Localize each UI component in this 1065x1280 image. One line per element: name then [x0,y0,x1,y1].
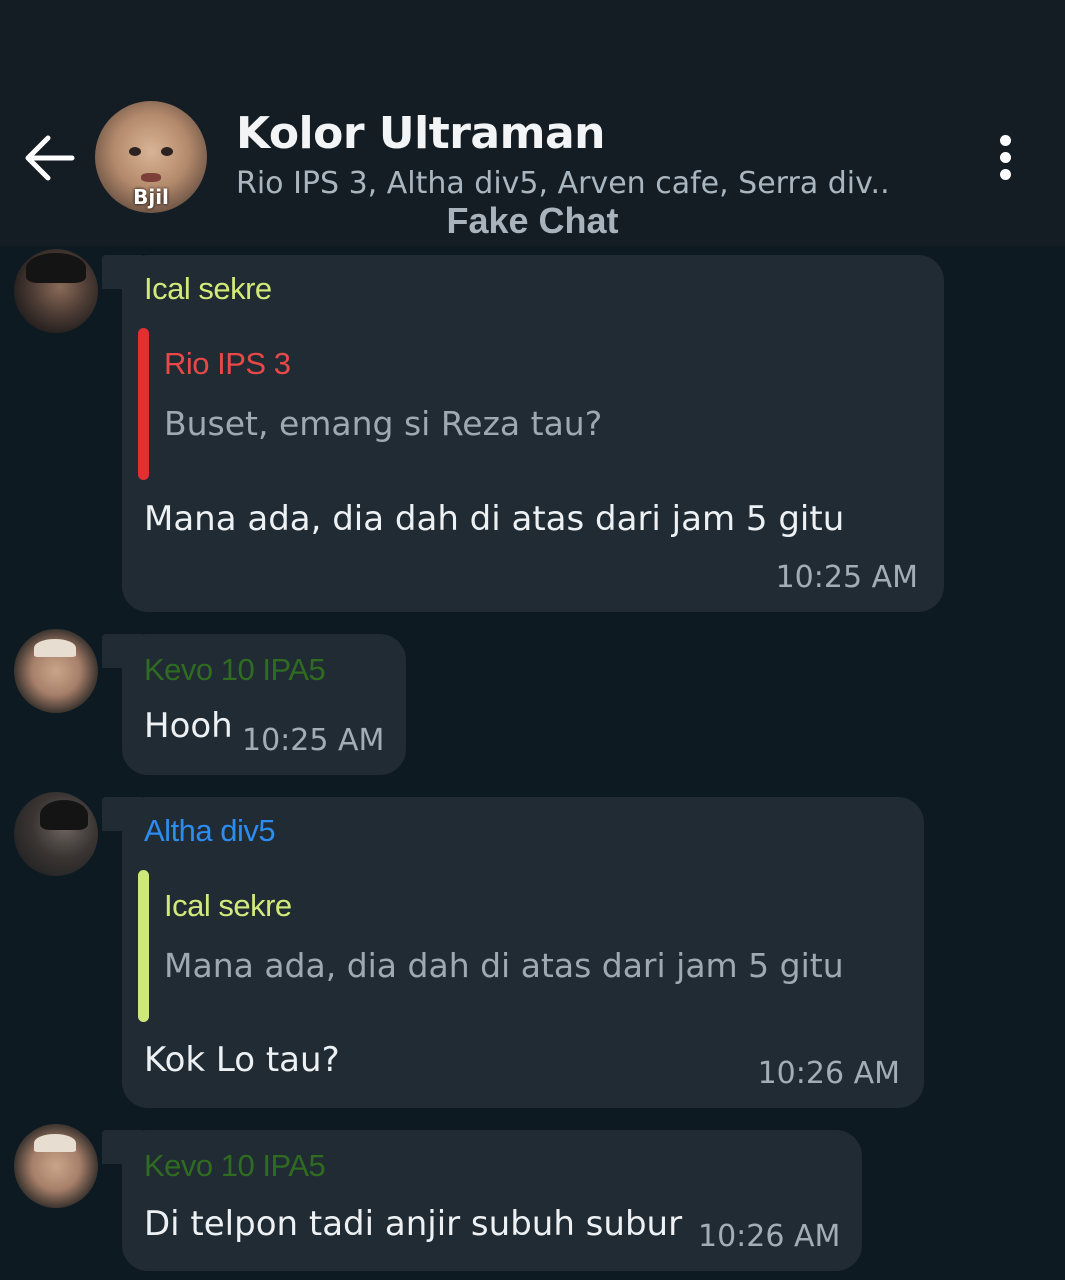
avatar-cap [34,639,76,657]
reply-quote[interactable]: Ical sekre Mana ada, dia dah di atas dar… [138,870,908,1022]
arrow-left-icon [25,135,75,181]
reply-bar [138,870,149,1022]
message-text: Mana ada, dia dah di atas dari jam 5 git… [144,499,845,539]
reply-sender-name: Ical sekre [164,888,292,923]
chat-screen: Bjil Kolor Ultraman Rio IPS 3, Altha div… [0,0,1065,1280]
message-time: 10:26 AM [698,1219,841,1254]
message-text: Hooh [144,706,233,746]
sender-name[interactable]: Kevo 10 IPA5 [144,1148,326,1184]
sender-name[interactable]: Kevo 10 IPA5 [144,652,326,688]
more-options-button[interactable] [985,130,1025,186]
reply-text: Buset, emang si Reza tau? [164,404,603,443]
message-text: Kok Lo tau? [144,1040,340,1080]
menu-dot-icon [999,152,1011,163]
reply-bar [138,328,149,480]
message-time: 10:25 AM [242,723,385,758]
message-bubble[interactable]: Altha div5 Ical sekre Mana ada, dia dah … [102,797,924,1108]
avatar-eye [161,147,173,156]
message-time: 10:26 AM [757,1056,900,1091]
avatar-cap [34,1134,76,1152]
avatar-hair [40,800,88,830]
message-text: Di telpon tadi anjir subuh subur [144,1204,683,1244]
sender-name[interactable]: Ical sekre [144,271,272,307]
chat-title[interactable]: Kolor Ultraman [236,108,605,159]
message-time: 10:25 AM [775,560,918,595]
sender-avatar[interactable] [14,792,98,876]
message-bubble[interactable]: Kevo 10 IPA5 Hooh 10:25 AM [102,634,406,775]
sender-name[interactable]: Altha div5 [144,813,276,849]
sender-avatar[interactable] [14,249,98,333]
avatar-mouth [141,173,161,182]
back-button[interactable] [22,130,76,186]
reply-quote[interactable]: Rio IPS 3 Buset, emang si Reza tau? [138,328,918,480]
menu-dot-icon [999,135,1011,146]
menu-dot-icon [999,169,1011,180]
message-bubble[interactable]: Ical sekre Rio IPS 3 Buset, emang si Rez… [102,255,944,612]
sender-avatar[interactable] [14,1124,98,1208]
reply-text: Mana ada, dia dah di atas dari jam 5 git… [164,946,844,985]
watermark-text: Fake Chat [446,200,619,241]
reply-sender-name: Rio IPS 3 [164,346,291,381]
avatar-eye [129,147,141,156]
sender-avatar[interactable] [14,629,98,713]
chat-header: Bjil Kolor Ultraman Rio IPS 3, Altha div… [0,0,1065,246]
message-bubble[interactable]: Kevo 10 IPA5 Di telpon tadi anjir subuh … [102,1130,862,1271]
chat-members-list[interactable]: Rio IPS 3, Altha div5, Arven cafe, Serra… [236,166,890,201]
avatar-hair [26,253,86,283]
group-avatar[interactable]: Bjil [95,101,207,213]
